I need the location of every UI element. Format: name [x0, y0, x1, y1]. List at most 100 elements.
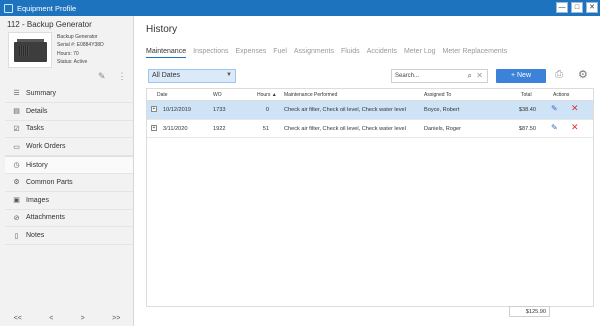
tab-fuel[interactable]: Fuel	[273, 48, 287, 58]
equipment-image	[8, 32, 52, 68]
app-icon	[4, 3, 13, 13]
sidebar-item-label: Notes	[26, 232, 45, 240]
column-header-assigned-to[interactable]: Assigned To	[424, 92, 451, 98]
sidebar-item-summary[interactable]: ☰ Summary	[5, 85, 133, 103]
equipment-serial: Serial #: E0884Y38D	[57, 42, 104, 49]
cell-assigned-to: Boyce, Robert	[424, 107, 460, 113]
column-header-total[interactable]: Total	[521, 92, 532, 98]
cell-total: $87.50	[518, 125, 536, 132]
sidebar-item-notes[interactable]: ▯ Notes	[5, 227, 133, 246]
pencil-icon[interactable]: ✎	[551, 104, 558, 113]
sidebar-item-details[interactable]: ▤ Details	[5, 103, 133, 121]
sidebar-item-label: Common Parts	[26, 178, 73, 186]
work-orders-icon: ▭	[13, 143, 20, 151]
next-record-button[interactable]: >	[81, 315, 85, 322]
sidebar-item-attachments[interactable]: ⊘ Attachments	[5, 210, 133, 228]
expand-row-button[interactable]: +	[151, 124, 157, 131]
equipment-title: 112 - Backup Generator	[7, 20, 92, 29]
column-header-maintenance[interactable]: Maintenance Performed	[284, 92, 337, 98]
clear-search-icon[interactable]: ✕	[476, 71, 483, 80]
column-header-hours[interactable]: Hours ▲	[257, 92, 277, 98]
toolbar: All Dates ▼ Search... ⌕ ✕ + New ⎙ ⚙	[140, 69, 600, 85]
tab-expenses[interactable]: Expenses	[236, 48, 267, 58]
history-grid: Date WO Hours ▲ Maintenance Performed As…	[146, 88, 594, 307]
tab-accidents[interactable]: Accidents	[367, 48, 397, 58]
window-title: Equipment Profile	[17, 3, 77, 13]
history-icon: ◷	[13, 162, 20, 170]
tab-fluids[interactable]: Fluids	[341, 48, 360, 58]
sidebar-item-label: Summary	[26, 89, 56, 97]
details-icon: ▤	[13, 108, 20, 116]
cell-hours: 51	[262, 125, 269, 132]
sidebar-item-label: Attachments	[26, 214, 65, 222]
sidebar: 112 - Backup Generator Backup Generator …	[0, 16, 134, 326]
delete-icon[interactable]: ✕	[571, 122, 579, 133]
expand-row-button[interactable]: +	[151, 106, 157, 112]
tab-meter-replacements[interactable]: Meter Replacements	[443, 48, 508, 58]
history-tabs: Maintenance Inspections Expenses Fuel As…	[146, 48, 507, 58]
print-icon[interactable]: ⎙	[555, 69, 563, 80]
title-bar: Equipment Profile — □ ✕	[0, 0, 600, 16]
search-input[interactable]: Search... ⌕ ✕	[391, 69, 488, 83]
tab-assignments[interactable]: Assignments	[294, 48, 334, 58]
images-icon: ▣	[13, 197, 20, 205]
equipment-status: Status: Active	[57, 59, 88, 66]
more-vertical-icon[interactable]: ⋮	[118, 71, 127, 82]
cell-hours: 0	[265, 107, 269, 113]
tab-inspections[interactable]: Inspections	[193, 48, 228, 58]
gear-icon[interactable]: ⚙	[578, 68, 588, 81]
column-header-wo[interactable]: WO	[213, 92, 222, 98]
common-parts-icon: ⚙	[13, 179, 20, 187]
tab-maintenance[interactable]: Maintenance	[146, 48, 187, 58]
new-button[interactable]: + New	[496, 69, 546, 83]
table-row[interactable]: + 10/12/2019 1733 0 Check air filter, Ch…	[147, 101, 593, 120]
sidebar-item-tasks[interactable]: ☑ Tasks	[5, 121, 133, 139]
main-panel: History Maintenance Inspections Expenses…	[140, 16, 600, 326]
sidebar-item-label: Images	[26, 196, 49, 204]
summary-icon: ☰	[13, 90, 20, 98]
page-title: History	[146, 24, 178, 35]
sidebar-item-label: Details	[26, 107, 48, 115]
search-icon[interactable]: ⌕	[468, 71, 472, 81]
delete-icon[interactable]: ✕	[571, 103, 579, 114]
date-filter-value: All Dates	[152, 72, 181, 79]
pencil-icon[interactable]: ✎	[98, 71, 106, 82]
tasks-icon: ☑	[13, 125, 20, 133]
sidebar-item-images[interactable]: ▣ Images	[5, 192, 133, 210]
sidebar-item-common-parts[interactable]: ⚙ Common Parts	[5, 174, 133, 192]
column-header-date[interactable]: Date	[157, 92, 168, 98]
sidebar-item-label: Work Orders	[26, 143, 66, 151]
cell-assigned-to: Daniels, Roger	[424, 125, 461, 132]
first-record-button[interactable]: <<	[14, 315, 22, 322]
column-header-actions: Actions	[553, 92, 570, 98]
equipment-name: Backup Generator	[57, 34, 98, 40]
cell-wo: 1733	[213, 107, 226, 113]
equipment-info: Backup Generator Serial #: E0884Y38D Hou…	[57, 33, 104, 67]
grid-header: Date WO Hours ▲ Maintenance Performed As…	[147, 89, 593, 101]
sidebar-item-label: Tasks	[26, 125, 44, 133]
sidebar-item-label: History	[26, 161, 48, 169]
minimize-button[interactable]: —	[556, 2, 568, 13]
cell-total: $38.40	[518, 107, 536, 113]
maximize-button[interactable]: □	[571, 2, 583, 13]
last-record-button[interactable]: >>	[112, 315, 120, 322]
equipment-hours: Hours: 70	[57, 50, 79, 57]
tab-meter-log[interactable]: Meter Log	[404, 48, 436, 58]
date-filter-select[interactable]: All Dates ▼	[148, 69, 236, 83]
cell-wo: 1922	[213, 125, 226, 132]
previous-record-button[interactable]: <	[49, 315, 53, 322]
cell-maintenance: Check air filter, Check oil level, Check…	[284, 125, 406, 132]
grand-total: $125.90	[509, 306, 550, 317]
record-pager: << < > >>	[0, 315, 134, 322]
attachments-icon: ⊘	[13, 214, 20, 222]
cell-maintenance: Check air filter, Check oil level, Check…	[284, 107, 406, 113]
sidebar-item-history[interactable]: ◷ History	[5, 156, 133, 174]
table-row[interactable]: + 3/11/2020 1922 51 Check air filter, Ch…	[147, 120, 593, 138]
notes-icon: ▯	[14, 232, 19, 240]
cell-date: 10/12/2019	[163, 107, 191, 113]
close-button[interactable]: ✕	[586, 2, 598, 13]
chevron-down-icon: ▼	[226, 72, 232, 78]
search-placeholder: Search...	[395, 73, 420, 79]
sidebar-item-work-orders[interactable]: ▭ Work Orders	[5, 138, 133, 157]
pencil-icon[interactable]: ✎	[551, 123, 558, 132]
